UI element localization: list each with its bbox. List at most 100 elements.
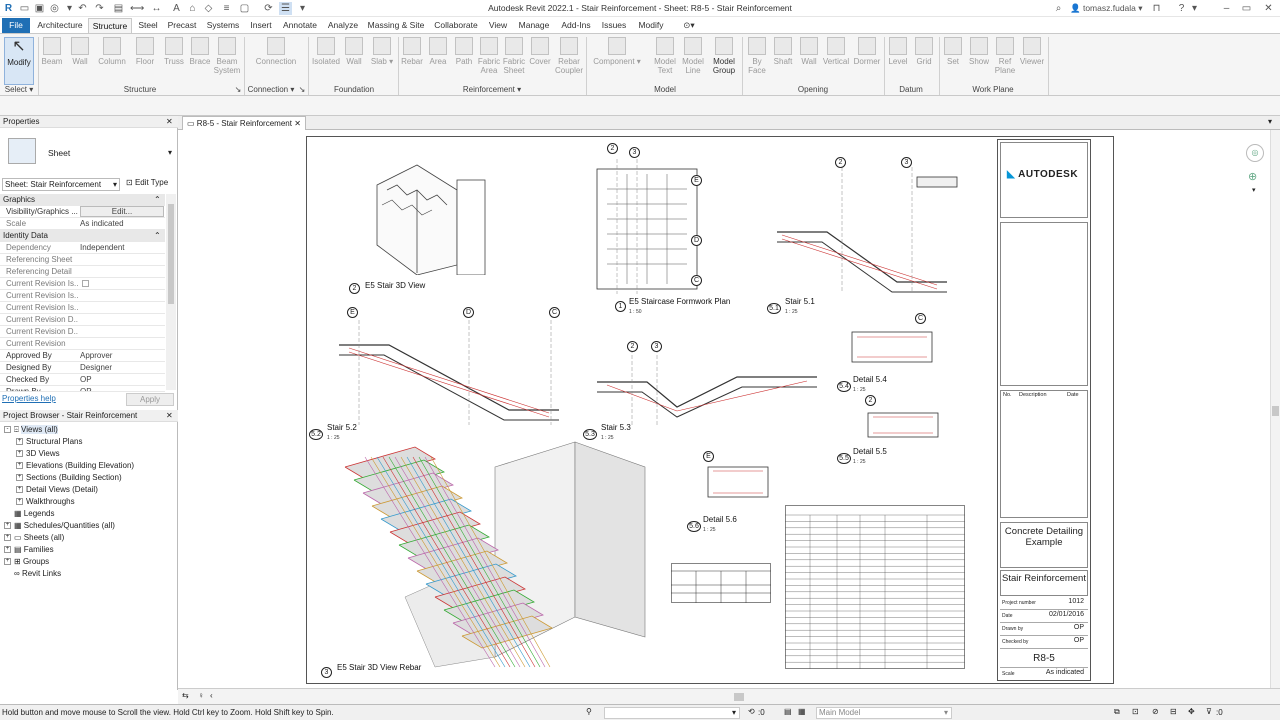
view-title[interactable]: Stair 5.3: [601, 423, 631, 432]
editing-requests-icon[interactable]: ⟲: [748, 707, 755, 716]
view-title[interactable]: Detail 5.4: [853, 375, 887, 384]
view-title[interactable]: Detail 5.5: [853, 447, 887, 456]
scrollbar-thumb[interactable]: [168, 204, 174, 304]
tree-toggle[interactable]: +: [16, 498, 23, 506]
view-title[interactable]: Stair 5.1: [785, 297, 815, 306]
show-button[interactable]: Show: [966, 37, 992, 85]
close-icon[interactable]: ✕: [1262, 2, 1275, 15]
tab-extra-icon[interactable]: ⊙▾: [676, 18, 702, 33]
tab-collaborate[interactable]: Collaborate: [430, 18, 482, 33]
panel-connection[interactable]: Connection ▾: [246, 85, 296, 96]
tree-toggle[interactable]: +: [4, 558, 11, 566]
dormer-button[interactable]: Dormer: [852, 37, 882, 85]
workset-dropdown[interactable]: ▾: [604, 707, 740, 719]
instance-selector[interactable]: Sheet: Stair Reinforcement ▾: [2, 178, 120, 191]
view-title[interactable]: E5 Staircase Formwork Plan: [629, 297, 730, 306]
tree-toggle[interactable]: +: [16, 474, 23, 482]
by-face-button[interactable]: By Face: [745, 37, 769, 85]
type-dropdown-icon[interactable]: ▾: [168, 148, 172, 157]
tree-item-sections[interactable]: + Sections (Building Section): [16, 472, 122, 484]
worksets-icon[interactable]: ⚲: [586, 707, 592, 716]
minimize-icon[interactable]: –: [1220, 2, 1233, 15]
view-tab-close-icon[interactable]: ✕: [294, 119, 301, 128]
path-button[interactable]: Path: [452, 37, 476, 85]
opening-wall-button[interactable]: Wall: [797, 37, 821, 85]
prop-value[interactable]: OP: [80, 374, 164, 386]
zoom-icon[interactable]: ⊕: [1248, 170, 1257, 183]
design-options-icon[interactable]: ▤: [784, 707, 792, 716]
tree-item-views[interactable]: - ⌹ Views (all): [4, 424, 58, 436]
tab-add-ins[interactable]: Add-Ins: [556, 18, 596, 33]
shaft-button[interactable]: Shaft: [771, 37, 795, 85]
tree-toggle[interactable]: +: [4, 546, 11, 554]
set-button[interactable]: Set: [941, 37, 965, 85]
modify-button[interactable]: ↖ Modify: [4, 37, 34, 85]
tab-manage[interactable]: Manage: [514, 18, 554, 33]
foundation-wall-button[interactable]: Wall: [342, 37, 366, 85]
select-pinned-icon[interactable]: ⊘: [1152, 707, 1159, 716]
beam-system-button[interactable]: Beam System: [212, 37, 242, 85]
tree-item-legends[interactable]: ▦ Legends: [14, 508, 55, 520]
tab-structure[interactable]: Structure: [88, 18, 132, 33]
properties-help-link[interactable]: Properties help: [2, 394, 56, 403]
select-by-face-icon[interactable]: ⊟: [1170, 707, 1177, 716]
tree-item-structural-plans[interactable]: + Structural Plans: [16, 436, 82, 448]
tree-toggle[interactable]: +: [4, 522, 11, 530]
floor-button[interactable]: Floor: [130, 37, 160, 85]
brace-button[interactable]: Brace: [188, 37, 212, 85]
tab-steel[interactable]: Steel: [134, 18, 162, 33]
tab-massing-site[interactable]: Massing & Site: [364, 18, 428, 33]
tree-item-sheets[interactable]: + ▭ Sheets (all): [4, 532, 64, 544]
tab-view[interactable]: View: [484, 18, 512, 33]
component-button[interactable]: Component ▾: [592, 37, 642, 85]
area-button[interactable]: Area: [426, 37, 450, 85]
tree-toggle[interactable]: +: [4, 534, 11, 542]
view-control-icon[interactable]: ⇆: [182, 691, 189, 700]
view-title[interactable]: Stair 5.2: [327, 423, 357, 432]
cover-button[interactable]: Cover: [528, 37, 552, 85]
user-account[interactable]: 👤 tomasz.fudala ▾: [1070, 2, 1143, 15]
level-button[interactable]: Level: [886, 37, 910, 85]
tree-item-detail-views[interactable]: + Detail Views (Detail): [16, 484, 98, 496]
help-dropdown-icon[interactable]: ▾: [1188, 2, 1201, 15]
scroll-left-icon[interactable]: ‹: [210, 691, 213, 700]
tab-modify[interactable]: Modify: [632, 18, 670, 33]
slab-button[interactable]: Slab ▾: [368, 37, 396, 85]
prop-value[interactable]: Designer: [80, 362, 164, 374]
drawing-canvas[interactable]: 2 E5 Stair 3D View 2 3 E D C 1 E5 Stairc…: [178, 130, 1270, 688]
search-help-icon[interactable]: ⌕: [1052, 2, 1065, 15]
cart-icon[interactable]: ⊓: [1150, 2, 1163, 15]
full-navigation-wheel-icon[interactable]: ◎: [1246, 144, 1264, 162]
fabric-area-button[interactable]: Fabric Area: [477, 37, 501, 85]
view-tab-r8-5[interactable]: ▭ R8-5 - Stair Reinforcement ✕: [182, 116, 306, 130]
select-underlay-icon[interactable]: ⊡: [1132, 707, 1139, 716]
model-text-button[interactable]: Model Text: [652, 37, 678, 85]
panel-reinforcement[interactable]: Reinforcement ▾: [400, 85, 584, 96]
group-graphics[interactable]: Graphics ⌃: [0, 194, 165, 206]
tree-item-schedules[interactable]: + ▦ Schedules/Quantities (all): [4, 520, 115, 532]
panel-structure-launcher-icon[interactable]: ↘: [234, 85, 242, 96]
revision-checkbox[interactable]: [82, 280, 89, 287]
group-identity-data[interactable]: Identity Data ⌃: [0, 230, 165, 242]
tree-toggle[interactable]: +: [16, 438, 23, 446]
design-option-dropdown[interactable]: Main Model ▾: [816, 707, 952, 719]
tree-toggle[interactable]: -: [4, 426, 11, 434]
tree-item-walkthroughs[interactable]: + Walkthroughs: [16, 496, 75, 508]
tab-precast[interactable]: Precast: [164, 18, 200, 33]
browser-close-icon[interactable]: ✕: [166, 410, 173, 422]
tree-toggle[interactable]: +: [16, 486, 23, 494]
model-line-button[interactable]: Model Line: [680, 37, 706, 85]
panel-connection-launcher-icon[interactable]: ↘: [298, 85, 306, 96]
help-icon[interactable]: ?: [1175, 2, 1188, 15]
view-title[interactable]: Detail 5.6: [703, 515, 737, 524]
fabric-sheet-button[interactable]: Fabric Sheet: [502, 37, 526, 85]
tabs-menu-icon[interactable]: ▾: [1268, 117, 1272, 126]
tab-systems[interactable]: Systems: [202, 18, 244, 33]
tab-insert[interactable]: Insert: [246, 18, 276, 33]
wall-button[interactable]: Wall: [66, 37, 94, 85]
design-options-extra-icon[interactable]: ▦: [798, 707, 806, 716]
tree-item-families[interactable]: + ▤ Families: [4, 544, 54, 556]
beam-button[interactable]: Beam: [40, 37, 64, 85]
panel-select[interactable]: Select ▾: [0, 85, 38, 96]
tab-issues[interactable]: Issues: [598, 18, 630, 33]
